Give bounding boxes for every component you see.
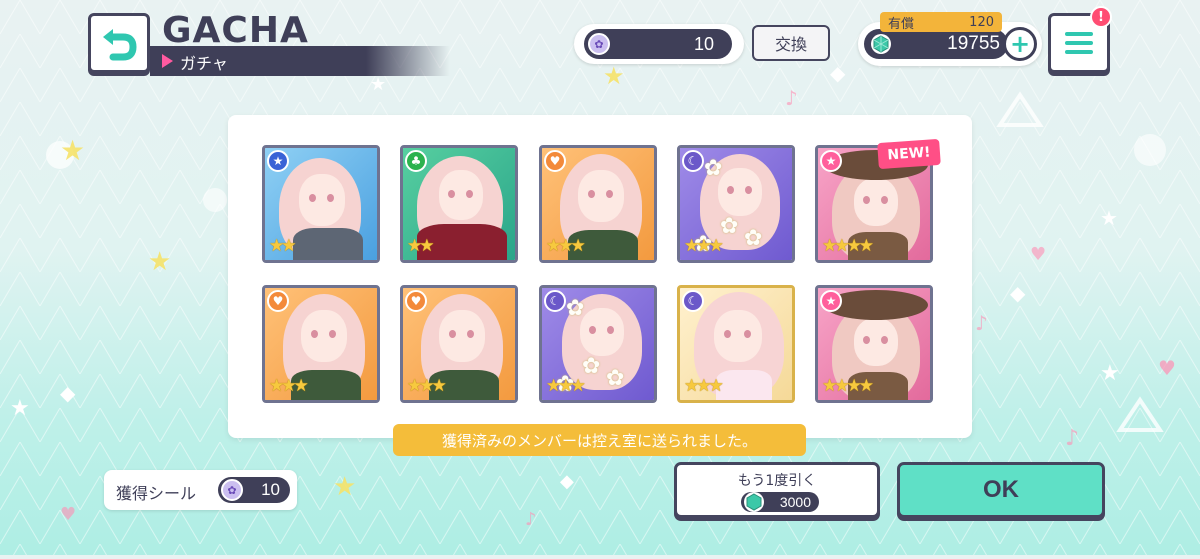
seal-icon: ✿	[221, 479, 243, 501]
svg-text:♪: ♪	[525, 509, 537, 530]
card-result-9[interactable]: ☾ ★★★	[677, 285, 795, 403]
card-result-8[interactable]: ✿ ✿ ✿ ✿ ☾ ★★★	[539, 285, 657, 403]
svg-text:★: ★	[60, 134, 85, 167]
hamburger-icon	[1065, 32, 1093, 54]
rarity-stars: ★★★	[546, 376, 586, 396]
star-icon: ★	[820, 290, 842, 312]
svg-text:◆: ◆	[560, 471, 574, 492]
gem-icon	[744, 492, 764, 512]
card-result-2[interactable]: ♣ ★★	[400, 145, 518, 263]
page-title: GACHA	[162, 10, 309, 51]
card-result-4[interactable]: ✿ ✿ ✿ ✿ ☾ ★★★	[677, 145, 795, 263]
heart-icon: ♥	[405, 290, 427, 312]
back-arrow-icon	[103, 29, 137, 61]
draw-again-cost-value: 3000	[779, 494, 811, 510]
rarity-stars: ★★★★	[822, 236, 874, 256]
svg-text:★: ★	[10, 396, 30, 421]
star-icon: ★	[820, 150, 842, 172]
rarity-stars: ★★★★	[822, 376, 874, 396]
svg-text:★: ★	[603, 62, 625, 90]
svg-text:♥: ♥	[1158, 356, 1176, 380]
rarity-stars: ★★★	[269, 376, 309, 396]
card-result-7[interactable]: ♥ ★★★	[400, 285, 518, 403]
seal-icon: ✿	[588, 33, 610, 55]
svg-text:♥: ♥	[60, 504, 76, 525]
rarity-stars: ★★	[407, 236, 435, 256]
paid-gem-label: 有償 120	[880, 12, 1002, 32]
ok-button[interactable]: OK	[897, 462, 1105, 518]
paid-label-text: 有償	[888, 16, 915, 32]
notice-banner: 獲得済みのメンバーは控え室に送られました。	[393, 424, 806, 456]
draw-again-label: もう1度引く	[737, 473, 817, 489]
heart-icon: ♥	[544, 150, 566, 172]
rarity-stars: ★★★	[684, 236, 724, 256]
svg-text:◆: ◆	[830, 61, 846, 85]
card-result-3[interactable]: ♥ ★★★	[539, 145, 657, 263]
earned-seal-label: 獲得シール	[116, 484, 197, 503]
svg-text:★: ★	[148, 247, 171, 277]
rarity-stars: ★★★	[684, 376, 724, 396]
draw-again-button[interactable]: もう1度引く 3000	[674, 462, 880, 518]
back-button[interactable]	[88, 13, 150, 73]
page-title-block: GACHA ガチャ	[150, 8, 450, 76]
heart-icon: ♥	[267, 290, 289, 312]
notification-badge-icon: !	[1090, 6, 1112, 28]
gem-icon	[871, 34, 891, 54]
svg-text:♪: ♪	[785, 86, 798, 110]
page-subtitle: ガチャ	[180, 54, 228, 73]
svg-text:★: ★	[333, 472, 356, 502]
seal-count-value: 10	[693, 34, 714, 54]
moon-icon: ☾	[682, 290, 704, 312]
card-result-10[interactable]: ★ ★★★★	[815, 285, 933, 403]
earned-seal-value: 10	[261, 480, 280, 499]
moon-icon: ☾	[544, 290, 566, 312]
rarity-stars: ★★★	[546, 236, 586, 256]
svg-text:♪: ♪	[975, 311, 988, 335]
star-icon: ★	[267, 150, 289, 172]
svg-text:◆: ◆	[1010, 281, 1026, 305]
add-gems-button[interactable]: +	[1003, 27, 1037, 61]
card-result-6[interactable]: ♥ ★★★	[262, 285, 380, 403]
gem-total-value: 19755	[947, 33, 1000, 54]
svg-text:♥: ♥	[1030, 244, 1046, 265]
svg-text:◆: ◆	[60, 381, 76, 405]
earned-seal-box: 獲得シール 10 ✿	[104, 470, 297, 510]
svg-text:★: ★	[370, 74, 386, 95]
exchange-button[interactable]: 交換	[752, 25, 830, 61]
svg-text:♪: ♪	[1065, 426, 1079, 451]
subtitle-triangle-icon	[162, 54, 173, 68]
paid-value: 120	[969, 14, 994, 30]
new-badge: NEW!	[877, 138, 941, 170]
rarity-stars: ★★★	[407, 376, 447, 396]
leaf-icon: ♣	[405, 150, 427, 172]
svg-text:★: ★	[1100, 206, 1118, 230]
plus-icon: +	[1009, 30, 1031, 58]
svg-text:★: ★	[1100, 361, 1120, 386]
moon-icon: ☾	[682, 150, 704, 172]
card-result-1[interactable]: ★ ★★	[262, 145, 380, 263]
rarity-stars: ★★	[269, 236, 297, 256]
